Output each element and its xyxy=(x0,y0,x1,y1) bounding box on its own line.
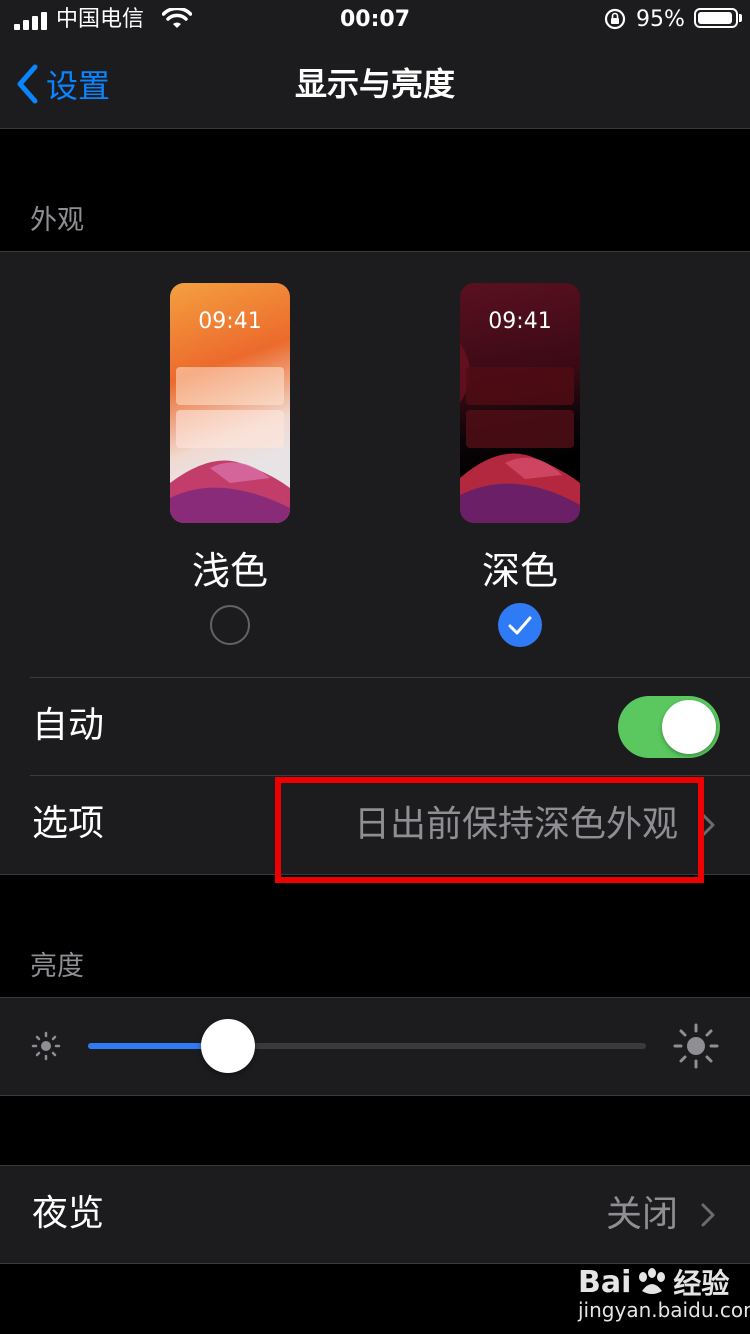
highlight-annotation xyxy=(275,777,704,883)
rotation-lock-icon xyxy=(604,8,626,30)
dark-preview-notification xyxy=(466,367,574,405)
night-shift-label: 夜览 xyxy=(32,1193,105,1234)
watermark-url: jingyan.baidu.com xyxy=(578,1298,750,1322)
row-divider xyxy=(30,677,750,678)
light-mode-preview[interactable]: 09:41 xyxy=(170,283,290,523)
dark-preview-notification xyxy=(466,410,574,448)
battery-icon xyxy=(694,8,738,28)
brightness-slider-thumb[interactable] xyxy=(200,1019,255,1073)
paw-icon xyxy=(639,1268,666,1294)
sun-small-icon xyxy=(31,1031,61,1061)
appearance-section-title: 外观 xyxy=(30,205,84,236)
light-mode-label[interactable]: 浅色 xyxy=(150,540,310,595)
toggle-knob xyxy=(662,700,716,754)
dark-mode-preview[interactable]: 09:41 xyxy=(460,283,580,523)
light-mode-radio[interactable] xyxy=(210,605,250,645)
night-shift-value: 关闭 xyxy=(605,1194,678,1235)
automatic-label: 自动 xyxy=(32,705,105,746)
dark-preview-time: 09:41 xyxy=(488,309,552,334)
battery-fill xyxy=(698,12,732,24)
automatic-toggle[interactable] xyxy=(618,696,720,758)
brightness-track[interactable] xyxy=(88,1043,646,1049)
light-preview-notification xyxy=(176,410,284,448)
light-preview-time: 09:41 xyxy=(198,309,262,334)
checkmark-icon xyxy=(508,616,532,635)
sun-large-icon xyxy=(673,1023,719,1069)
dark-mode-radio[interactable] xyxy=(498,603,542,647)
battery-percent: 95% xyxy=(636,7,685,32)
battery-cap xyxy=(739,14,742,22)
watermark-brand2: 经验 xyxy=(673,1267,730,1300)
brightness-section-title: 亮度 xyxy=(30,951,84,982)
light-preview-notification xyxy=(176,367,284,405)
dark-mode-label[interactable]: 深色 xyxy=(440,540,600,595)
baidu-watermark-logo: Bai 经验 xyxy=(578,1262,729,1302)
page-title: 显示与亮度 xyxy=(294,65,455,103)
watermark-brand: Bai xyxy=(578,1264,632,1300)
chevron-right-icon xyxy=(701,1203,715,1227)
